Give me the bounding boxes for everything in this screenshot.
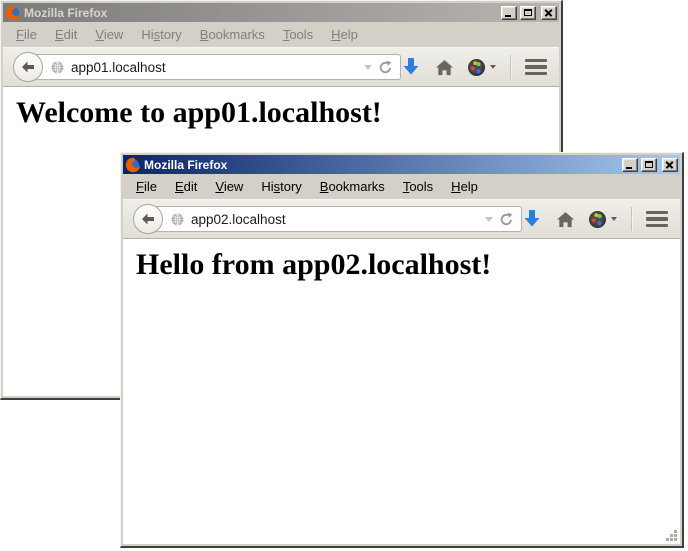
title-bar[interactable]: Mozilla Firefox: [123, 155, 680, 174]
home-icon[interactable]: [556, 210, 575, 229]
page-content-app02: Hello from app02.localhost!: [123, 239, 680, 544]
page-heading: Hello from app02.localhost!: [136, 248, 680, 282]
back-arrow-icon: [20, 59, 36, 75]
hamburger-menu-button[interactable]: [646, 210, 668, 229]
hamburger-menu-icon: [646, 211, 668, 215]
toolbar-buttons: [401, 55, 549, 79]
toolbar-separator: [510, 55, 511, 79]
firefox-icon: [125, 157, 141, 173]
minimize-icon: [626, 167, 632, 169]
back-button[interactable]: [13, 52, 43, 82]
url-bar[interactable]: app02.localhost: [148, 206, 522, 232]
title-bar[interactable]: Mozilla Firefox: [3, 3, 559, 22]
menu-view[interactable]: View: [206, 176, 252, 197]
hamburger-menu-icon: [525, 59, 547, 63]
window-title: Mozilla Firefox: [24, 6, 498, 20]
navigation-toolbar: app01.localhost: [3, 47, 559, 87]
addon-caret-icon: [611, 217, 617, 221]
addon-button[interactable]: [589, 211, 617, 228]
menu-tools[interactable]: Tools: [394, 176, 442, 197]
home-icon[interactable]: [435, 58, 454, 77]
close-button[interactable]: [541, 6, 557, 20]
addon-sphere-icon: [589, 211, 606, 228]
window-title: Mozilla Firefox: [144, 158, 619, 172]
menu-bookmarks[interactable]: Bookmarks: [191, 24, 274, 45]
resize-grip[interactable]: [665, 529, 679, 543]
back-button[interactable]: [133, 204, 163, 234]
addon-button[interactable]: [468, 59, 496, 76]
menu-tools[interactable]: Tools: [274, 24, 322, 45]
minimize-button[interactable]: [501, 6, 517, 20]
download-arrow-icon[interactable]: [522, 209, 542, 229]
urlbar-dropdown-icon[interactable]: [364, 65, 372, 70]
url-text[interactable]: app01.localhost: [71, 60, 358, 75]
urlbar-dropdown-icon[interactable]: [485, 217, 493, 222]
download-arrow-icon[interactable]: [401, 57, 421, 77]
hamburger-menu-button[interactable]: [525, 58, 547, 77]
menu-edit[interactable]: Edit: [46, 24, 86, 45]
site-globe-icon: [170, 212, 185, 227]
browser-window-app02[interactable]: Mozilla Firefox File Edit View History B…: [120, 152, 684, 548]
page-heading: Welcome to app01.localhost!: [16, 96, 559, 130]
menu-help[interactable]: Help: [442, 176, 487, 197]
maximize-icon: [524, 9, 532, 16]
close-icon: [542, 7, 556, 19]
maximize-button[interactable]: [641, 158, 657, 172]
toolbar-buttons: [522, 207, 670, 231]
menu-bookmarks[interactable]: Bookmarks: [311, 176, 394, 197]
menu-edit[interactable]: Edit: [166, 176, 206, 197]
site-globe-icon: [50, 60, 65, 75]
url-bar[interactable]: app01.localhost: [28, 54, 401, 80]
menu-help[interactable]: Help: [322, 24, 367, 45]
maximize-button[interactable]: [520, 6, 536, 20]
close-icon: [663, 159, 677, 171]
back-arrow-icon: [140, 211, 156, 227]
menu-history[interactable]: History: [132, 24, 190, 45]
menu-view[interactable]: View: [86, 24, 132, 45]
menu-file[interactable]: File: [127, 176, 166, 197]
minimize-icon: [505, 15, 511, 17]
toolbar-separator: [631, 207, 632, 231]
maximize-icon: [645, 161, 653, 168]
menu-file[interactable]: File: [7, 24, 46, 45]
close-button[interactable]: [662, 158, 678, 172]
reload-icon[interactable]: [499, 212, 514, 227]
addon-caret-icon: [490, 65, 496, 69]
minimize-button[interactable]: [622, 158, 638, 172]
reload-icon[interactable]: [378, 60, 393, 75]
addon-sphere-icon: [468, 59, 485, 76]
menu-bar: File Edit View History Bookmarks Tools H…: [3, 22, 559, 47]
navigation-toolbar: app02.localhost: [123, 199, 680, 239]
url-text[interactable]: app02.localhost: [191, 212, 479, 227]
menu-bar: File Edit View History Bookmarks Tools H…: [123, 174, 680, 199]
firefox-icon: [5, 5, 21, 21]
menu-history[interactable]: History: [252, 176, 310, 197]
